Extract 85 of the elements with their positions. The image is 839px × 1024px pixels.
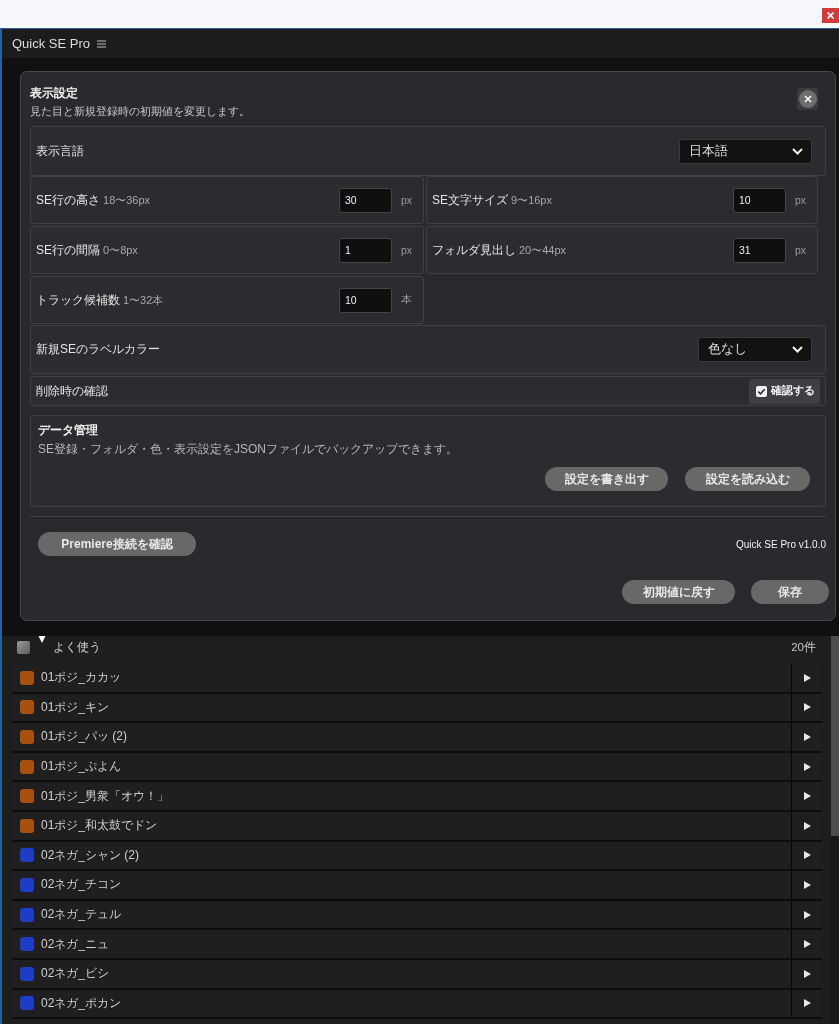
range-hint: 1〜32本 xyxy=(123,292,164,308)
sound-row[interactable]: 02ネガ_テュル xyxy=(12,900,822,931)
export-button[interactable]: 設定を書き出す xyxy=(545,467,668,491)
sound-name: 02ネガ_テュル xyxy=(41,906,123,924)
chevron-down-icon xyxy=(792,346,803,353)
folder-checkbox[interactable] xyxy=(17,641,30,654)
sound-name: 01ポジ_男衆「オウ！」 xyxy=(41,787,171,805)
expand-triangle-icon[interactable] xyxy=(38,636,46,643)
close-icon xyxy=(827,12,834,19)
unit-label: 本 xyxy=(401,293,413,307)
sound-name: 01ポジ_ぷよん xyxy=(41,758,123,776)
sound-row[interactable]: 02ネガ_ポカン xyxy=(12,989,822,1020)
sound-row[interactable]: 01ポジ_キン xyxy=(12,693,822,724)
sound-name: 02ネガ_シャン (2) xyxy=(41,846,141,864)
chevron-down-icon xyxy=(792,147,803,155)
sound-name: 02ネガ_チコン xyxy=(41,876,123,894)
unit-label: px xyxy=(401,244,414,256)
play-icon xyxy=(803,703,811,712)
sound-name: 01ポジ_和太鼓でドン xyxy=(41,817,159,835)
sound-row[interactable]: 01ポジ_和太鼓でドン xyxy=(12,811,822,842)
sound-name: 02ネガ_ポカン xyxy=(41,994,123,1012)
play-icon xyxy=(803,940,811,949)
sound-name: 02ネガ_ビシ xyxy=(41,965,111,983)
setting-label: SE行の高さ xyxy=(36,191,100,209)
play-icon xyxy=(803,910,811,919)
confirm-checkbox[interactable]: 確認する xyxy=(749,378,820,404)
sound-row[interactable]: 02ネガ_ニュ xyxy=(12,930,822,960)
number-input[interactable]: 30 xyxy=(339,187,392,213)
label-color-select[interactable]: 色なし xyxy=(698,337,812,362)
sound-row[interactable]: 01ポジ_ぷよん xyxy=(12,752,822,783)
number-input[interactable]: 31 xyxy=(733,237,786,263)
reset-button[interactable]: 初期値に戻す xyxy=(622,580,735,604)
play-icon xyxy=(803,999,811,1008)
setting-label: 削除時の確認 xyxy=(36,382,108,400)
range-hint: 20〜44px xyxy=(519,242,567,258)
dialog-subtitle: 見た目と新規登録時の初期値を変更します。 xyxy=(30,104,250,119)
sound-row[interactable]: 02ネガ_チコン xyxy=(12,871,822,901)
play-icon xyxy=(803,821,811,830)
setting-label: SE行の間隔 xyxy=(36,241,100,259)
sound-name: 01ポジ_カカッ xyxy=(41,669,123,687)
play-icon xyxy=(803,733,811,741)
range-hint: 0〜8px xyxy=(103,242,138,258)
sound-name: 01ポジ_パッ (2) xyxy=(41,728,129,746)
setting-label: 表示言語 xyxy=(36,142,84,160)
play-icon xyxy=(803,673,811,682)
sound-name: 01ポジ_キン xyxy=(41,698,111,716)
section-description: SE登録・フォルダ・色・表示設定をJSONファイルでバックアップできます。 xyxy=(38,441,459,458)
close-button[interactable] xyxy=(797,88,818,110)
play-icon xyxy=(803,969,811,978)
setting-label: フォルダ見出し xyxy=(432,241,516,259)
sound-row[interactable]: 02ネガ_シャン (2) xyxy=(12,841,822,872)
import-button[interactable]: 設定を読み込む xyxy=(685,467,810,491)
folder-name: よく使う xyxy=(53,639,102,656)
setting-label: トラック候補数 xyxy=(36,291,120,309)
number-input[interactable]: 10 xyxy=(339,287,392,313)
menu-icon[interactable] xyxy=(97,39,107,48)
unit-label: px xyxy=(401,194,414,206)
section-title: データ管理 xyxy=(38,422,99,439)
scrollbar-thumb[interactable] xyxy=(831,636,839,836)
sound-name: 02ネガ_ニュ xyxy=(41,935,111,953)
save-button[interactable]: 保存 xyxy=(751,580,829,604)
number-input[interactable]: 10 xyxy=(733,187,786,213)
unit-label: px xyxy=(795,244,808,256)
version-label: Quick SE Pro v1.0.0 xyxy=(735,538,826,550)
connection-check-button[interactable]: Premiere接続を確認 xyxy=(38,532,196,556)
item-count: 20件 xyxy=(791,640,816,655)
sound-row[interactable]: 01ポジ_パッ (2) xyxy=(12,723,822,753)
number-input[interactable]: 1 xyxy=(339,237,392,263)
language-select[interactable]: 日本語 xyxy=(679,138,812,164)
unit-label: px xyxy=(795,194,808,206)
play-icon xyxy=(803,851,811,860)
range-hint: 18〜36px xyxy=(103,192,151,208)
play-icon xyxy=(803,880,811,889)
sound-row[interactable]: 02ネガ_ビシ xyxy=(12,959,822,990)
window-close-button[interactable] xyxy=(822,8,839,23)
setting-label: 新規SEのラベルカラー xyxy=(36,341,160,358)
close-icon xyxy=(798,90,817,108)
play-icon xyxy=(803,762,811,771)
sound-row[interactable]: 01ポジ_男衆「オウ！」 xyxy=(12,782,822,812)
setting-label: SE文字サイズ xyxy=(432,191,508,209)
range-hint: 9〜16px xyxy=(511,192,552,208)
play-icon xyxy=(803,792,811,801)
app-title: Quick SE Pro xyxy=(12,36,91,51)
dialog-title: 表示設定 xyxy=(30,85,79,102)
sound-row[interactable]: 01ポジ_カカッ xyxy=(12,664,822,694)
